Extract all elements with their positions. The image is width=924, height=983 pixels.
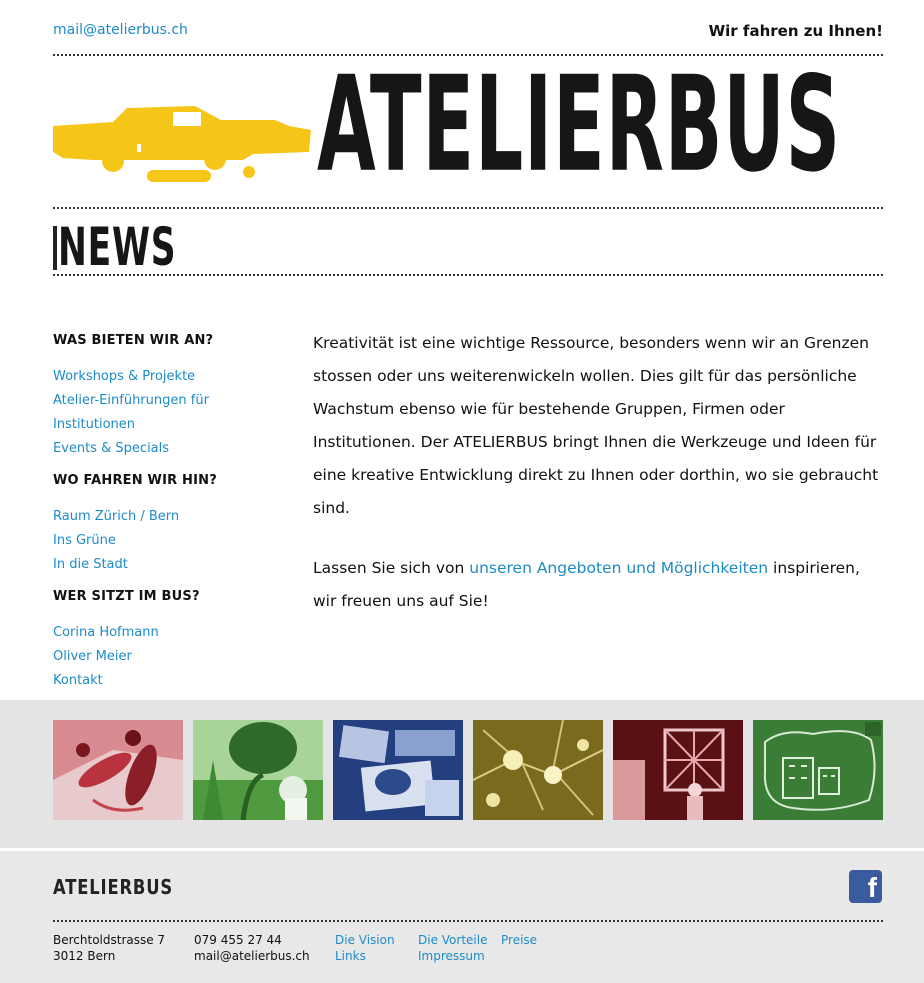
sidebar-link-events[interactable]: Events & Specials — [53, 437, 293, 461]
sidebar-link-ins-gruene[interactable]: Ins Grüne — [53, 529, 293, 553]
sidebar-link-stadt[interactable]: In die Stadt — [53, 553, 293, 577]
gallery-thumb[interactable] — [473, 720, 603, 820]
gallery-photo-chalk — [753, 720, 883, 820]
footer-links: Die Vorteile Impressum — [418, 932, 487, 964]
facebook-icon[interactable]: f — [849, 870, 882, 903]
sidebar-group: WO FAHREN WIR HIN? Raum Zürich / Bern In… — [53, 473, 293, 577]
sidebar-link-raum[interactable]: Raum Zürich / Bern — [53, 505, 293, 529]
footer-link-vision[interactable]: Die Vision — [335, 932, 395, 948]
footer-email: mail@atelierbus.ch — [194, 949, 310, 963]
bus-logo-icon — [53, 106, 311, 182]
offers-link[interactable]: unseren Angeboten und Möglichkeiten — [469, 559, 768, 577]
footer-contact: 079 455 27 44 mail@atelierbus.ch — [194, 932, 310, 964]
sidebar-group: WER SITZT IM BUS? Corina Hofmann Oliver … — [53, 589, 293, 693]
site-footer: ATELIERBUS f Berchtoldstrasse 7 3012 Ber… — [0, 850, 924, 983]
gallery-photo-darkred — [613, 720, 743, 820]
title-accent — [53, 226, 57, 270]
gallery-photo-red — [53, 720, 183, 820]
sidebar-group: WAS BIETEN WIR AN? Workshops & Projekte … — [53, 333, 293, 461]
intro-paragraph: Kreativität ist eine wichtige Ressource,… — [313, 334, 879, 517]
cta-text-before: Lassen Sie sich von — [313, 559, 470, 577]
sidebar-heading: WER SITZT IM BUS? — [53, 589, 200, 604]
footer-links: Die Vision Links — [335, 932, 395, 964]
footer-link-impressum[interactable]: Impressum — [418, 948, 487, 964]
footer-brand: ATELIERBUS — [53, 875, 174, 899]
header-email-link[interactable]: mail@atelierbus.ch — [53, 22, 188, 38]
gallery-thumb[interactable] — [193, 720, 323, 820]
gallery-thumb[interactable] — [333, 720, 463, 820]
address-line: 3012 Bern — [53, 949, 116, 963]
gallery-thumb[interactable] — [613, 720, 743, 820]
footer-link-links[interactable]: Links — [335, 948, 395, 964]
gallery-thumb[interactable] — [753, 720, 883, 820]
gallery-photo-green — [193, 720, 323, 820]
sidebar-heading: WO FAHREN WIR HIN? — [53, 473, 217, 488]
brand-title: ATELIERBUS — [317, 49, 841, 202]
footer-link-preise[interactable]: Preise — [501, 932, 537, 948]
sidebar-heading: WAS BIETEN WIR AN? — [53, 333, 214, 348]
page-title: NEWS — [58, 215, 177, 278]
address-line: Berchtoldstrasse 7 — [53, 933, 166, 947]
footer-phone: 079 455 27 44 — [194, 933, 282, 947]
header-slogan: Wir fahren zu Ihnen! — [708, 22, 883, 40]
main-content: Kreativität ist eine wichtige Ressource,… — [313, 327, 883, 645]
divider — [53, 920, 883, 922]
sidebar-link-workshops[interactable]: Workshops & Projekte — [53, 365, 293, 389]
footer-links: Preise — [501, 932, 537, 948]
footer-link-vorteile[interactable]: Die Vorteile — [418, 932, 487, 948]
gallery-thumb[interactable] — [53, 720, 183, 820]
gallery-photo-yellow — [473, 720, 603, 820]
gallery-photo-blue — [333, 720, 463, 820]
sidebar-nav: WAS BIETEN WIR AN? Workshops & Projekte … — [53, 333, 293, 705]
sidebar-link-atelier-einfuehrungen[interactable]: Atelier-Einführungen für Institutionen — [53, 389, 293, 437]
footer-address: Berchtoldstrasse 7 3012 Bern — [53, 932, 165, 964]
divider — [53, 207, 883, 209]
sidebar-link-kontakt[interactable]: Kontakt — [53, 669, 293, 693]
cta-paragraph: Lassen Sie sich von unseren Angeboten un… — [313, 552, 883, 618]
brand-banner[interactable]: ATELIERBUS — [53, 59, 883, 194]
sidebar-link-oliver[interactable]: Oliver Meier — [53, 645, 293, 669]
divider — [53, 274, 883, 276]
sidebar-link-corina[interactable]: Corina Hofmann — [53, 621, 293, 645]
photo-gallery — [0, 700, 924, 848]
